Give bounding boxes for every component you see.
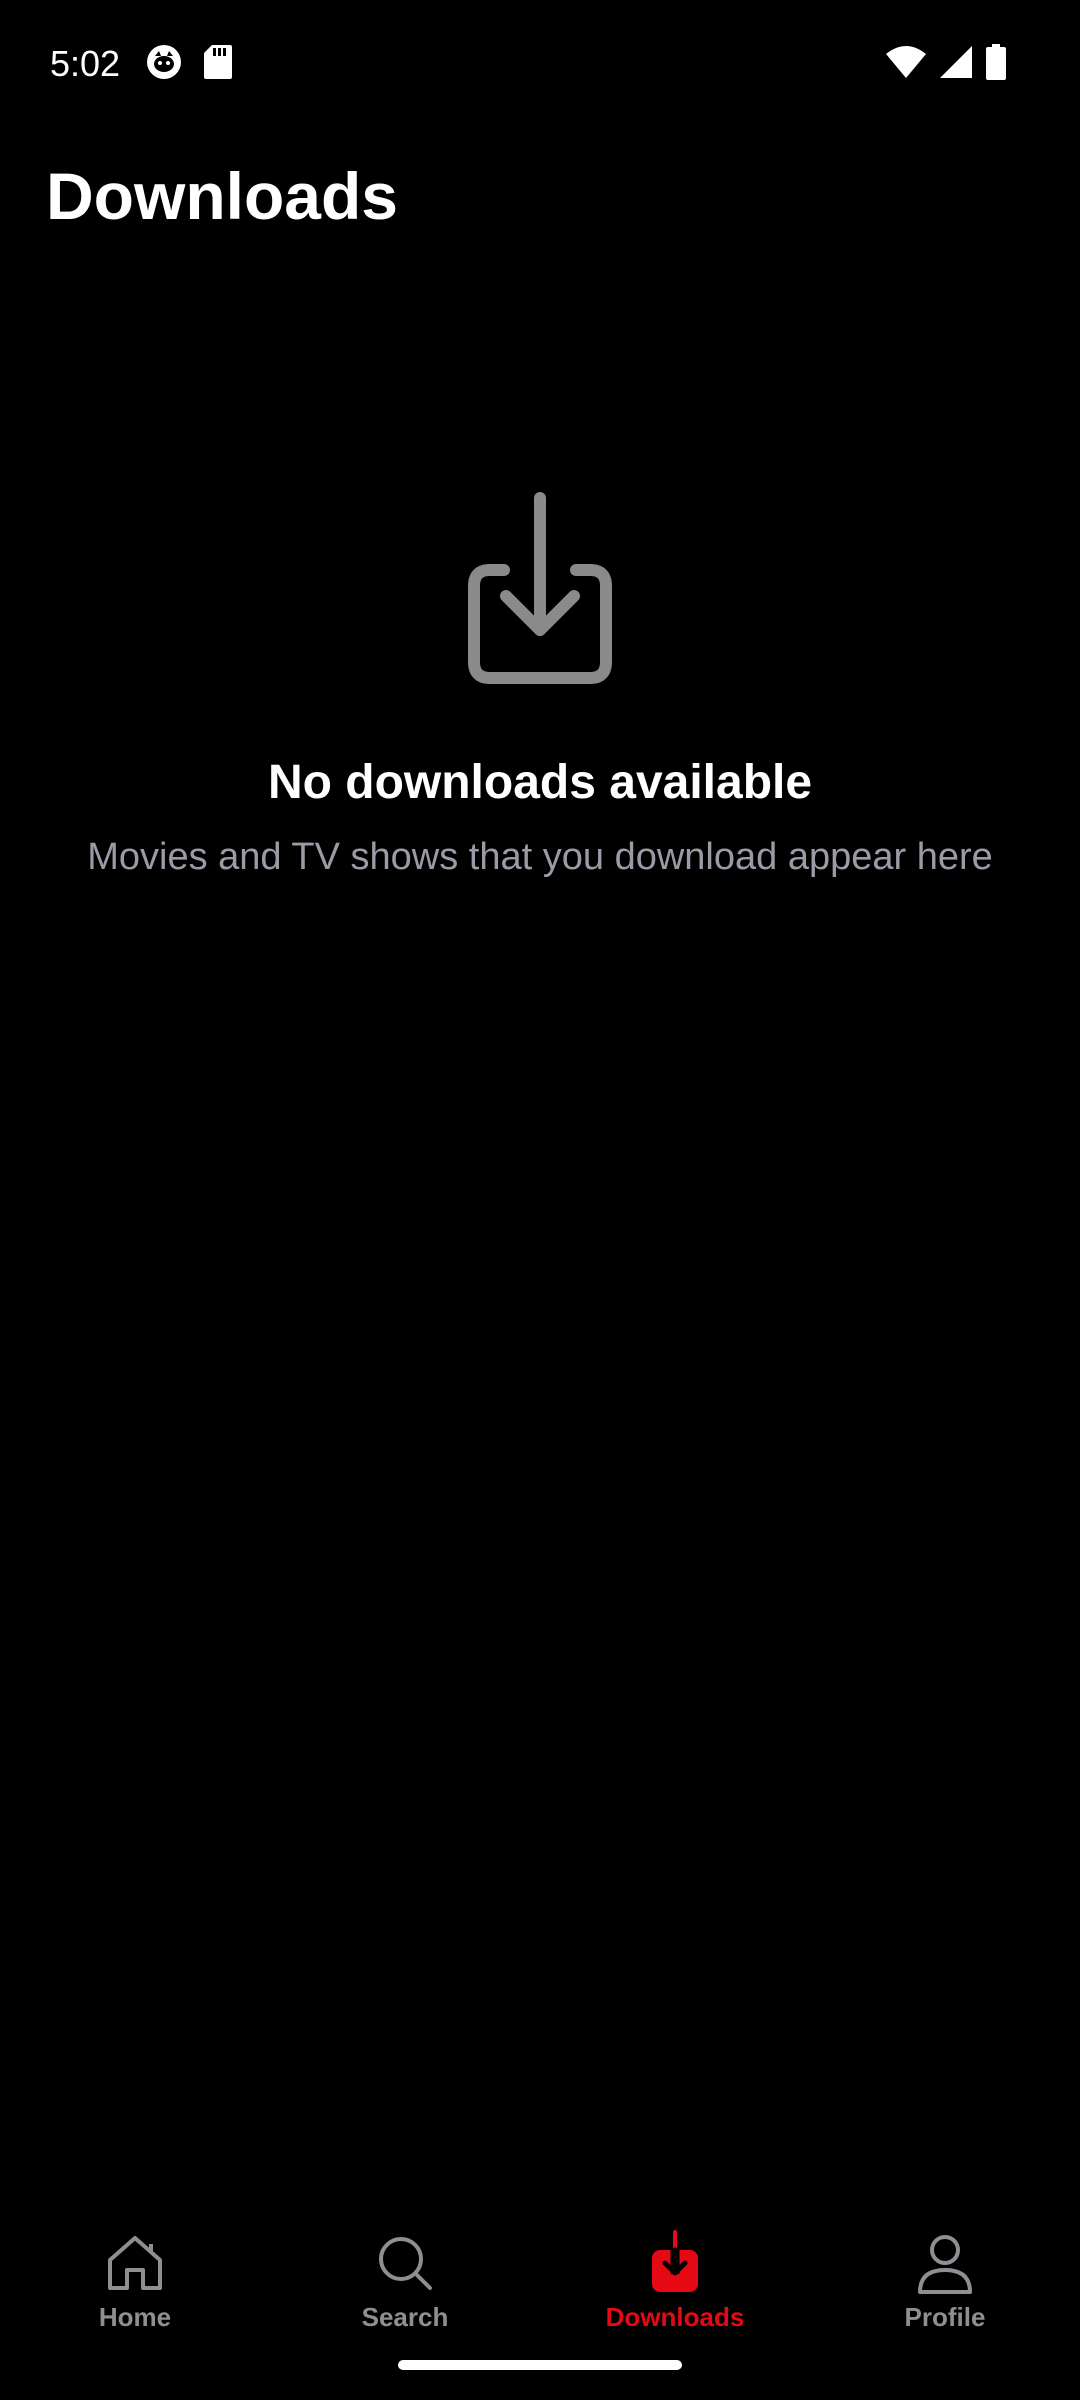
- wifi-icon: [886, 46, 926, 78]
- nav-item-home[interactable]: Home: [0, 2200, 270, 2340]
- nav-item-profile[interactable]: Profile: [810, 2200, 1080, 2340]
- status-right-icons: [886, 44, 1006, 80]
- status-left-icons: [146, 44, 232, 80]
- nav-label-profile: Profile: [904, 2302, 986, 2332]
- battery-icon: [986, 44, 1006, 80]
- download-icon: [652, 2230, 698, 2292]
- nav-label-search: Search: [361, 2302, 449, 2332]
- nav-label-downloads: Downloads: [605, 2302, 745, 2332]
- home-icon: [108, 2236, 162, 2290]
- empty-state-title: No downloads available: [267, 756, 813, 809]
- nav-item-downloads[interactable]: Downloads: [540, 2200, 810, 2340]
- cellular-signal-icon: [940, 46, 972, 78]
- status-bar: 5:02: [0, 0, 1080, 128]
- nav-label-home: Home: [98, 2302, 172, 2332]
- bottom-nav: Home Search Downloads Profile: [0, 2200, 1080, 2340]
- sd-card-icon: [204, 45, 232, 79]
- page-title: Downloads: [46, 159, 399, 233]
- profile-icon: [918, 2235, 972, 2294]
- search-icon: [379, 2237, 432, 2290]
- cat-notification-icon: [147, 45, 181, 79]
- nav-item-search[interactable]: Search: [270, 2200, 540, 2340]
- home-indicator[interactable]: [398, 2360, 682, 2370]
- empty-state-subtitle: Movies and TV shows that you download ap…: [87, 836, 993, 878]
- status-time: 5:02: [50, 43, 121, 84]
- download-tray-icon: [468, 492, 612, 684]
- empty-state: No downloads available Movies and TV sho…: [0, 490, 1080, 881]
